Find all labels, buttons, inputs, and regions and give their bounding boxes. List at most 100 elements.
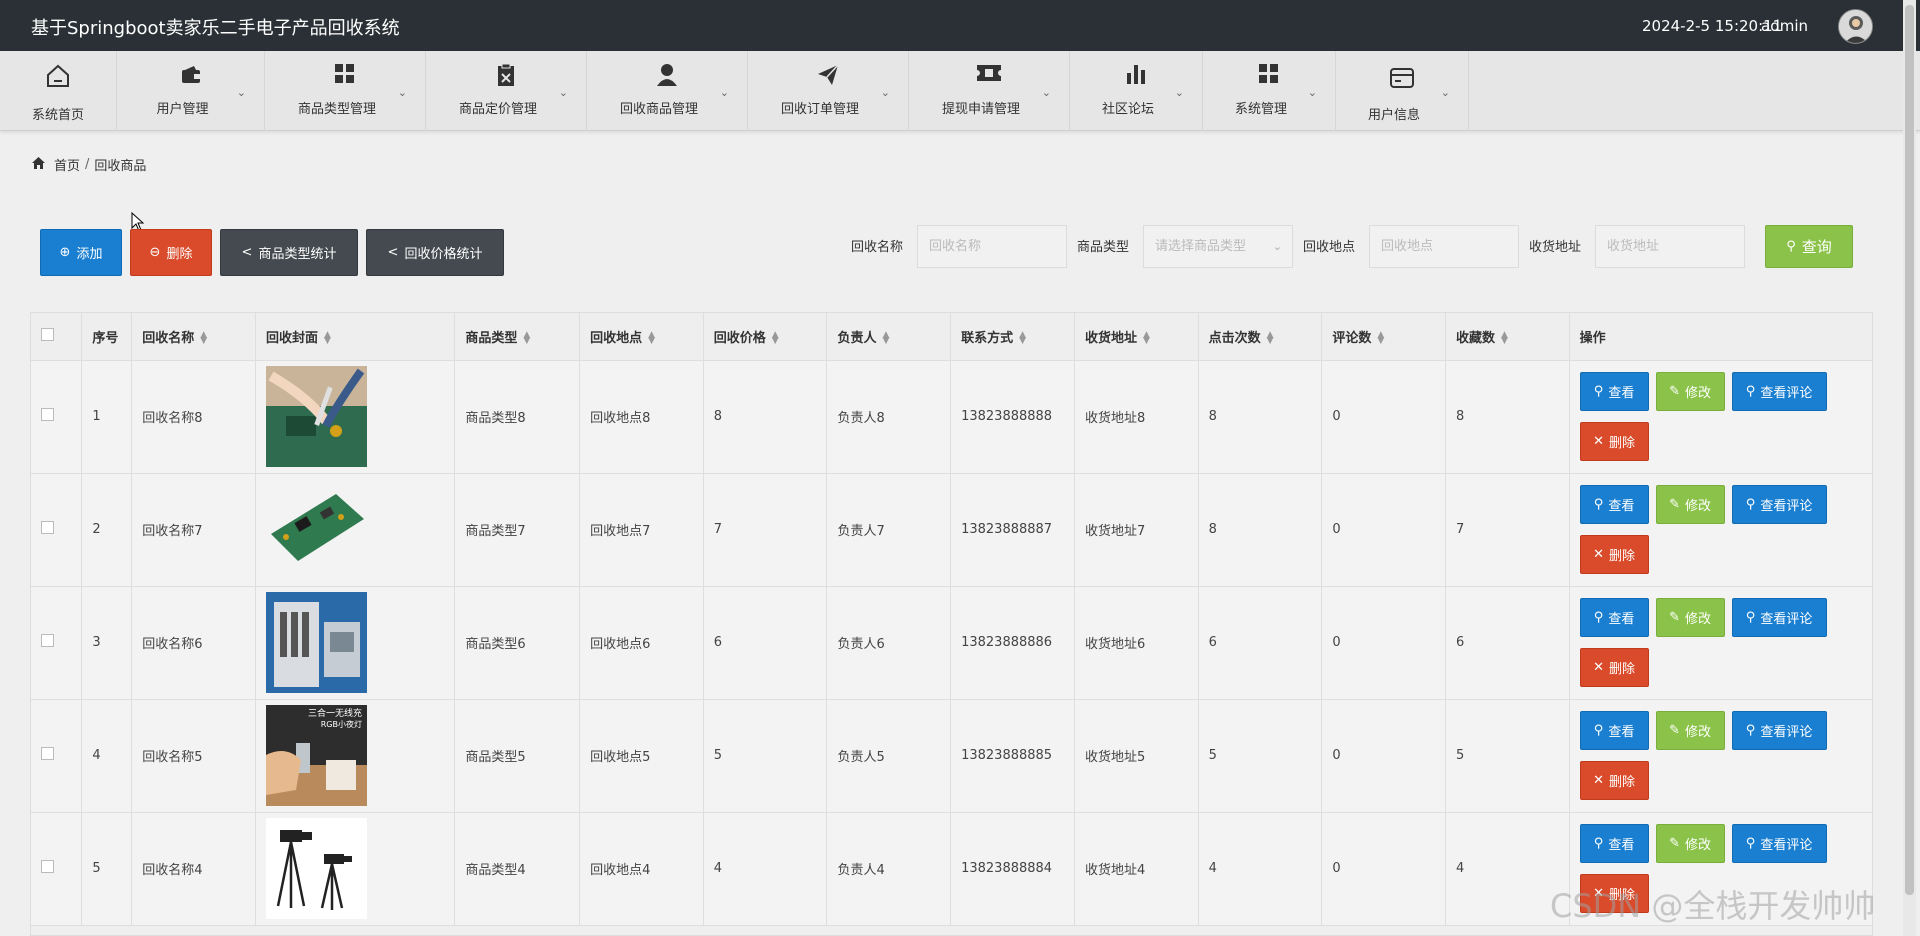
chevron-down-icon: ⌄ — [1041, 86, 1051, 99]
view-comments-button[interactable]: ⚲ 查看评论 — [1731, 597, 1827, 637]
row-select-cell — [31, 360, 83, 474]
add-button[interactable]: ⊕ 添加 — [40, 229, 122, 276]
breadcrumb-home[interactable]: 首页 — [54, 155, 80, 174]
nav-item-home[interactable]: 系统首页 — [0, 51, 117, 131]
breadcrumb-separator: / — [85, 157, 90, 172]
col-header: 序号 — [81, 313, 133, 361]
edit-button[interactable]: ✎ 修改 — [1655, 597, 1725, 637]
chevron-down-icon: ⌄ — [558, 86, 568, 99]
nav-item-product-types[interactable]: 商品类型管理 ⌄ — [265, 51, 426, 131]
nav-item-users[interactable]: 用户管理 ⌄ — [117, 51, 265, 131]
view-button[interactable]: ⚲ 查看 — [1579, 710, 1649, 750]
cell-owner: 负责人7 — [826, 473, 952, 587]
cell-actions: ⚲ 查看 ✎ 修改 ⚲ 查看评论 ✕ 删除 — [1569, 473, 1872, 587]
sort-icon[interactable]: ▲ ▼ — [523, 331, 530, 346]
col-header[interactable]: 收货地址 ▲ ▼ — [1074, 313, 1199, 361]
edit-button[interactable]: ✎ 修改 — [1655, 710, 1725, 750]
row-checkbox[interactable] — [41, 521, 54, 534]
row-select-cell — [31, 812, 83, 926]
select-all-checkbox[interactable] — [41, 327, 54, 341]
col-header[interactable]: 点击次数 ▲ ▼ — [1198, 313, 1323, 361]
sort-icon[interactable]: ▲ ▼ — [1501, 331, 1508, 346]
nav-item-user-info[interactable]: 用户信息 ⌄ — [1336, 51, 1469, 131]
sort-icon[interactable]: ▲ ▼ — [772, 331, 779, 346]
nav-item-forum[interactable]: 社区论坛 ⌄ — [1070, 51, 1203, 131]
row-delete-button[interactable]: ✕ 删除 — [1579, 421, 1649, 461]
search-icon: ⚲ — [1593, 722, 1604, 738]
view-button[interactable]: ⚲ 查看 — [1579, 484, 1649, 524]
row-delete-button[interactable]: ✕ 删除 — [1579, 647, 1649, 687]
cell-type: 商品类型7 — [454, 473, 581, 587]
nav-item-recycle-goods[interactable]: 回收商品管理 ⌄ — [587, 51, 748, 131]
search-icon: ⚲ — [1593, 835, 1604, 851]
edit-button[interactable]: ✎ 修改 — [1655, 823, 1725, 863]
cell-location: 回收地点6 — [579, 586, 704, 700]
view-comments-button[interactable]: ⚲ 查看评论 — [1731, 823, 1827, 863]
sort-icon[interactable]: ▲ ▼ — [1143, 331, 1150, 346]
nav-item-orders[interactable]: 回收订单管理 ⌄ — [748, 51, 909, 131]
view-comments-button[interactable]: ⚲ 查看评论 — [1731, 710, 1827, 750]
type-stats-button[interactable]: < 商品类型统计 — [220, 229, 358, 276]
cell-comments: 0 — [1321, 699, 1446, 813]
price-stats-button[interactable]: < 回收价格统计 — [366, 229, 504, 276]
chevron-down-icon: ⌄ — [1307, 86, 1317, 99]
username-label[interactable]: admin — [1761, 17, 1808, 35]
edit-button[interactable]: ✎ 修改 — [1655, 371, 1725, 411]
row-checkbox[interactable] — [41, 408, 54, 421]
search-icon: ⚲ — [1593, 383, 1604, 399]
scrollbar-thumb[interactable] — [1905, 5, 1914, 895]
view-button[interactable]: ⚲ 查看 — [1579, 597, 1649, 637]
nav-item-pricing[interactable]: 商品定价管理 ⌄ — [426, 51, 587, 131]
cell-phone: 13823888887 — [950, 473, 1075, 587]
row-checkbox[interactable] — [41, 747, 54, 760]
cell-price: 6 — [703, 586, 828, 700]
col-header[interactable]: 回收地点 ▲ ▼ — [579, 313, 704, 361]
cover-image — [265, 592, 454, 693]
filter-address-input[interactable]: 收货地址 — [1595, 225, 1745, 268]
view-button[interactable]: ⚲ 查看 — [1579, 823, 1649, 863]
sort-icon[interactable]: ▲ ▼ — [1267, 331, 1274, 346]
table-row: 3 回收名称6 商品类型6 回收地点6 6 负责人6 13823888886 收… — [31, 586, 1872, 700]
cell-clicks: 4 — [1198, 812, 1323, 926]
nav-item-withdrawals[interactable]: 提现申请管理 ⌄ — [909, 51, 1070, 131]
search-icon: ⚲ — [1593, 496, 1604, 512]
col-header[interactable]: 收藏数 ▲ ▼ — [1445, 313, 1570, 361]
col-header[interactable]: 回收封面 ▲ ▼ — [255, 313, 456, 361]
cell-phone: 13823888884 — [950, 812, 1075, 926]
sort-icon[interactable]: ▲ ▼ — [200, 331, 207, 346]
sort-icon[interactable]: ▲ ▼ — [1019, 331, 1026, 346]
cell-owner: 负责人8 — [826, 360, 952, 474]
sort-icon[interactable]: ▲ ▼ — [324, 331, 331, 346]
row-checkbox[interactable] — [41, 860, 54, 873]
col-header[interactable]: 回收价格 ▲ ▼ — [703, 313, 828, 361]
filter-location-input[interactable]: 回收地点 — [1369, 225, 1519, 268]
filter-type-select[interactable]: 请选择商品类型 ⌄ — [1143, 225, 1293, 268]
sort-icon[interactable]: ▲ ▼ — [883, 331, 890, 346]
sort-icon[interactable]: ▲ ▼ — [1377, 331, 1384, 346]
avatar[interactable] — [1838, 9, 1873, 44]
search-icon: ⚲ — [1593, 609, 1604, 625]
chevron-down-icon: ⌄ — [397, 86, 407, 99]
cover-image — [265, 479, 454, 580]
row-checkbox[interactable] — [41, 634, 54, 647]
edit-icon: ✎ — [1669, 722, 1681, 738]
view-comments-button[interactable]: ⚲ 查看评论 — [1731, 484, 1827, 524]
sort-icon[interactable]: ▲ ▼ — [648, 331, 655, 346]
view-button[interactable]: ⚲ 查看 — [1579, 371, 1649, 411]
filter-name-input[interactable]: 回收名称 — [917, 225, 1067, 268]
row-delete-button[interactable]: ✕ 删除 — [1579, 760, 1649, 800]
edit-icon: ✎ — [1669, 383, 1681, 399]
col-header[interactable]: 回收名称 ▲ ▼ — [131, 313, 256, 361]
delete-button[interactable]: ⊖ 删除 — [130, 229, 212, 276]
view-comments-button[interactable]: ⚲ 查看评论 — [1731, 371, 1827, 411]
col-header[interactable]: 评论数 ▲ ▼ — [1321, 313, 1446, 361]
search-button[interactable]: ⚲ 查询 — [1765, 225, 1853, 268]
page-scrollbar[interactable] — [1903, 0, 1916, 936]
col-header[interactable]: 联系方式 ▲ ▼ — [950, 313, 1075, 361]
col-header[interactable]: 负责人 ▲ ▼ — [826, 313, 952, 361]
cell-type: 商品类型6 — [454, 586, 581, 700]
col-header[interactable]: 商品类型 ▲ ▼ — [454, 313, 581, 361]
nav-item-system[interactable]: 系统管理 ⌄ — [1203, 51, 1336, 131]
row-delete-button[interactable]: ✕ 删除 — [1579, 534, 1649, 574]
edit-button[interactable]: ✎ 修改 — [1655, 484, 1725, 524]
